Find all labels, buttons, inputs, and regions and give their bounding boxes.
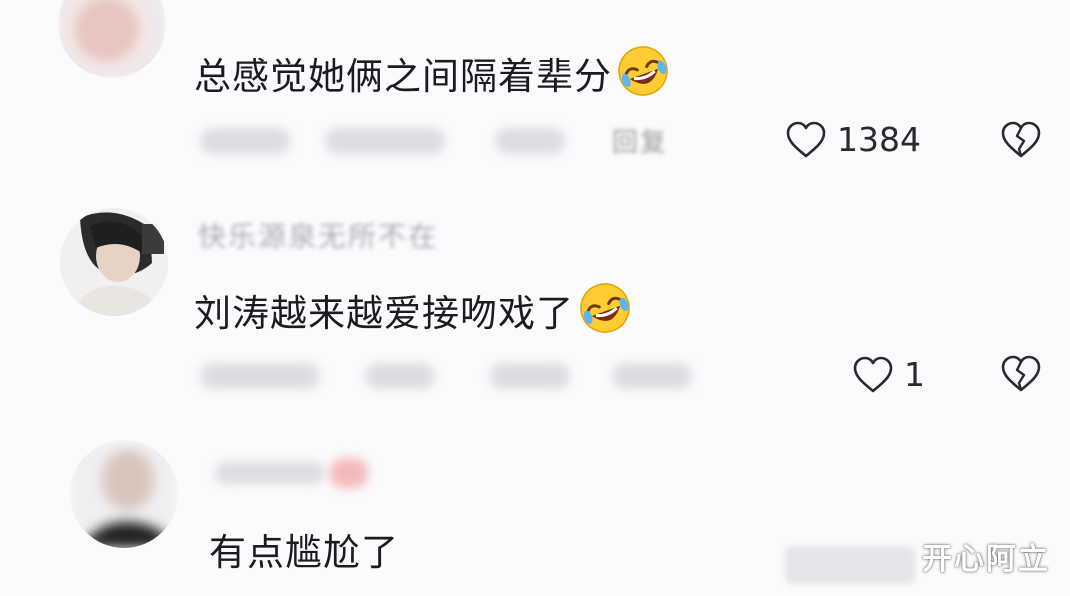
comment-meta-blur xyxy=(490,363,570,389)
comment-meta-blur xyxy=(612,363,692,389)
comment-meta-blur xyxy=(325,128,445,154)
comment-meta-blur xyxy=(200,363,320,389)
badge-blur xyxy=(330,458,368,488)
like-count: 1384 xyxy=(837,120,921,159)
reply-button[interactable]: 回复 xyxy=(612,122,668,159)
comment-meta-blur xyxy=(200,128,290,154)
rolling-on-floor-laughing-icon xyxy=(578,281,632,335)
rolling-on-floor-laughing-icon xyxy=(616,44,670,98)
comment-item: 有点尴尬了 xyxy=(0,430,1070,596)
avatar[interactable] xyxy=(60,208,168,316)
comment-item: 快乐源泉无所不在 刘涛越来越爱接吻戏了 1 xyxy=(0,195,1070,415)
comment-text: 总感觉她俩之间隔着辈分 xyxy=(194,44,670,100)
username-blur xyxy=(215,462,325,484)
broken-heart-icon[interactable] xyxy=(1000,121,1042,159)
avatar[interactable] xyxy=(58,0,166,78)
heart-icon xyxy=(785,121,827,159)
comment-item: 总感觉她俩之间隔着辈分 回复 1384 xyxy=(0,0,1070,185)
comment-meta-blur xyxy=(365,363,435,389)
input-blur xyxy=(785,546,915,584)
broken-heart-icon[interactable] xyxy=(1000,355,1042,393)
avatar[interactable] xyxy=(70,440,178,548)
like-count: 1 xyxy=(904,355,925,394)
username[interactable]: 快乐源泉无所不在 xyxy=(198,215,438,255)
like-button[interactable]: 1 xyxy=(852,355,925,394)
heart-icon xyxy=(852,356,894,394)
comment-text: 有点尴尬了 xyxy=(209,531,399,574)
comment-text: 刘涛越来越爱接吻戏了 xyxy=(194,281,632,337)
like-button[interactable]: 1384 xyxy=(785,120,921,159)
comment-meta-blur xyxy=(495,128,565,154)
watermark: 开心阿立 xyxy=(922,542,1050,577)
